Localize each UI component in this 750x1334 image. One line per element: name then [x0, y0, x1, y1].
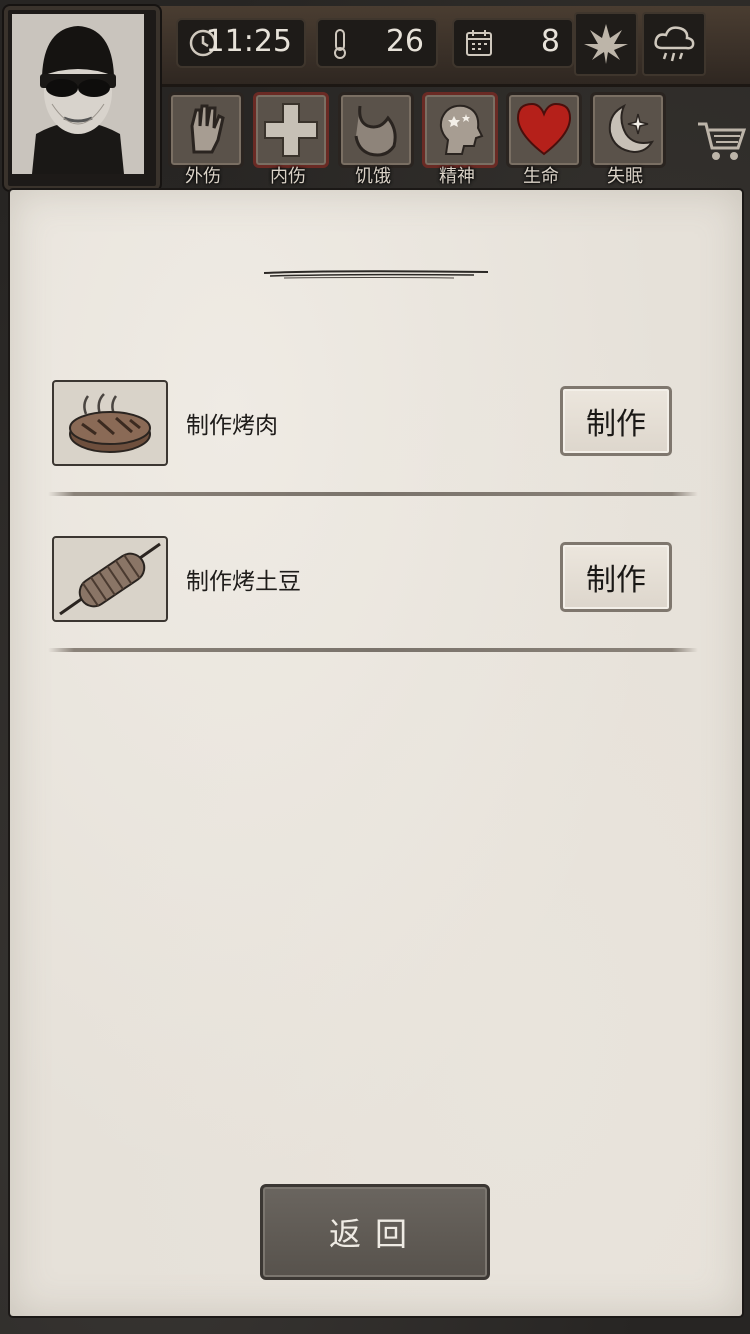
time-display: 11:25	[176, 18, 306, 68]
status-external-injury[interactable]	[168, 92, 244, 168]
day-value: 8	[540, 24, 560, 59]
player-portrait[interactable]	[4, 6, 160, 190]
make-button[interactable]: 制作	[560, 386, 672, 456]
heart-icon	[516, 102, 572, 156]
recipe-row-grilled-meat: 制作烤肉 制作	[52, 380, 672, 466]
divider	[48, 648, 698, 652]
hand-icon	[190, 104, 225, 154]
weather-button[interactable]	[642, 12, 706, 76]
cart-icon	[698, 122, 747, 160]
time-value: 11:25	[205, 24, 292, 59]
thermometer-icon	[334, 29, 346, 59]
calendar-icon	[466, 30, 492, 56]
cross-icon	[264, 103, 318, 157]
rain-cloud-icon	[654, 26, 695, 62]
status-health[interactable]	[506, 92, 582, 168]
moon-star-icon	[608, 103, 655, 154]
status-label: 精神	[439, 166, 475, 187]
head-icon	[439, 104, 484, 155]
status-label: 饥饿	[355, 166, 391, 187]
status-label: 失眠	[607, 166, 643, 187]
leaf-icon	[584, 24, 628, 64]
recipe-thumbnail	[52, 380, 168, 466]
status-internal-injury[interactable]	[253, 92, 329, 168]
status-label: 外伤	[185, 166, 221, 187]
status-label: 生命	[523, 166, 559, 187]
title-scribble	[264, 270, 488, 279]
status-spirit[interactable]	[422, 92, 498, 168]
recipe-row-roasted-potato: 制作烤土豆 制作	[52, 536, 672, 622]
divider	[48, 492, 698, 496]
status-hunger[interactable]	[338, 92, 414, 168]
shop-button[interactable]	[696, 118, 747, 166]
recipe-thumbnail	[52, 536, 168, 622]
season-button[interactable]	[574, 12, 638, 76]
temperature-display: 26	[316, 18, 438, 68]
status-label: 内伤	[270, 166, 306, 187]
temperature-value: 26	[385, 24, 424, 59]
status-insomnia[interactable]	[590, 92, 666, 168]
make-button[interactable]: 制作	[560, 542, 672, 612]
recipe-name: 制作烤肉	[186, 413, 278, 439]
stomach-icon	[354, 105, 397, 157]
crafting-panel	[10, 190, 742, 1316]
day-display: 8	[452, 18, 574, 68]
grilled-meat-icon	[69, 393, 151, 453]
roasted-potato-icon	[59, 542, 161, 616]
recipe-name: 制作烤土豆	[186, 569, 301, 595]
back-button[interactable]: 返回	[260, 1184, 490, 1280]
